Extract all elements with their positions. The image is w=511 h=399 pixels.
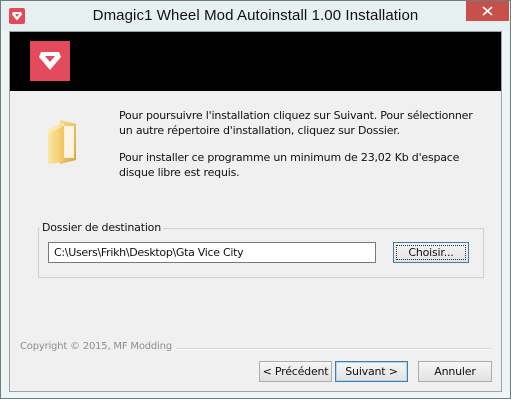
disk-space-text: Pour installer ce programme un minimum d…: [119, 151, 460, 179]
copyright-text: Copyright © 2015, MF Modding: [20, 341, 172, 352]
window-title: Dmagic1 Wheel Mod Autoinstall 1.00 Insta…: [92, 7, 419, 24]
gem-logo: [30, 41, 70, 81]
intro-text: Pour poursuivre l'installation cliquez s…: [119, 109, 473, 137]
back-button[interactable]: < Précédent: [259, 361, 332, 382]
content-area: Pour poursuivre l'installation cliquez s…: [9, 31, 502, 392]
footer-separator: [176, 348, 491, 350]
browse-button[interactable]: Choisir...: [393, 242, 469, 263]
header-banner: [10, 32, 501, 91]
installer-window: Dmagic1 Wheel Mod Autoinstall 1.00 Insta…: [0, 0, 511, 399]
close-button[interactable]: [466, 1, 509, 21]
folder-icon: [42, 118, 82, 164]
destination-path-input[interactable]: C:\Users\Frikh\Desktop\Gta Vice City: [48, 242, 376, 263]
next-button[interactable]: Suivant >: [335, 361, 408, 382]
focus-rect: [396, 245, 466, 260]
destination-label: Dossier de destination: [40, 221, 163, 234]
cancel-button[interactable]: Annuler: [418, 361, 492, 382]
close-icon: [482, 6, 493, 16]
title-bar[interactable]: Dmagic1 Wheel Mod Autoinstall 1.00 Insta…: [1, 1, 510, 31]
